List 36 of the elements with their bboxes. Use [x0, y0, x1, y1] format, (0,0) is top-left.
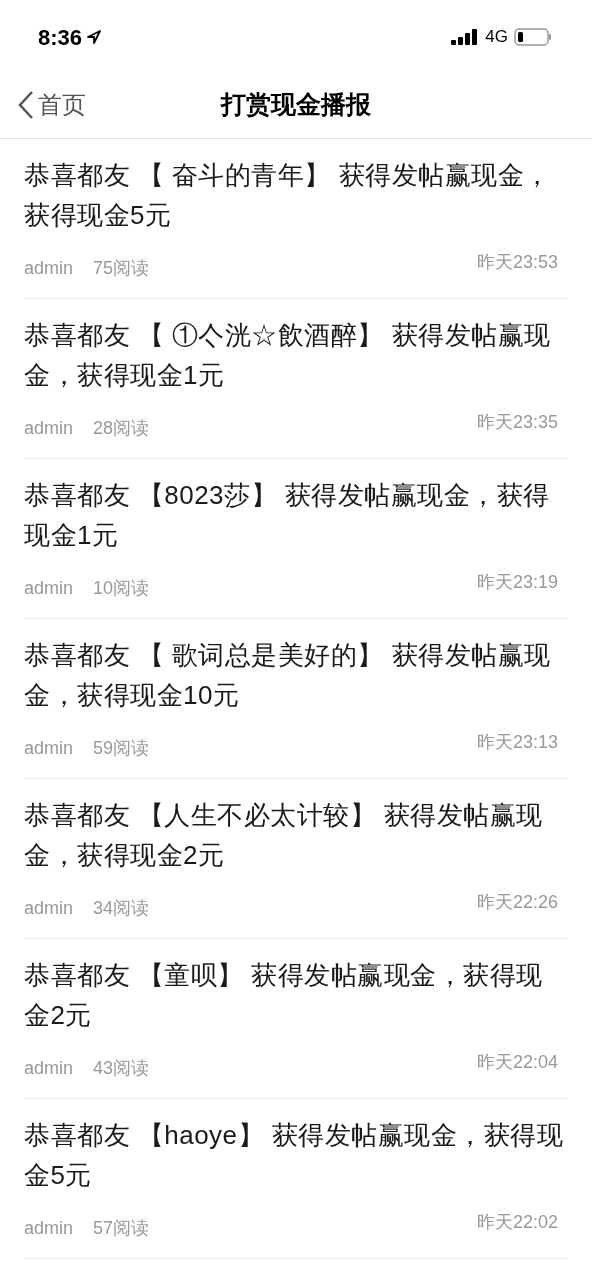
post-author: admin — [24, 257, 74, 280]
read-count: 10阅读 — [93, 577, 150, 600]
post-time: 昨天23:35 — [476, 411, 558, 434]
post-author: admin — [24, 737, 74, 760]
post-title[interactable]: 恭喜都友 【 奋斗的青年】 获得发帖赢现金，获得现金5元 — [24, 155, 568, 235]
post-time: 昨天23:53 — [476, 251, 558, 274]
post-author: admin — [24, 897, 74, 920]
post-title[interactable]: 恭喜都友 【 ①亽洸☆飲酒醉】 获得发帖赢现金，获得现金1元 — [24, 315, 568, 395]
post-author: admin — [24, 417, 74, 440]
clock: 8:36 — [38, 23, 83, 52]
post-time: 昨天23:13 — [476, 731, 558, 754]
read-count: 59阅读 — [93, 737, 150, 760]
post-time: 昨天23:19 — [476, 571, 558, 594]
network-label: 4G — [485, 26, 508, 49]
read-count: 75阅读 — [93, 257, 150, 280]
signal-icon — [451, 29, 480, 45]
post-title[interactable]: 恭喜都友 【 歌词总是美好的】 获得发帖赢现金，获得现金10元 — [24, 635, 568, 715]
post-time: 昨天22:26 — [476, 891, 558, 914]
back-button[interactable]: 首页 — [18, 87, 86, 123]
read-count: 57阅读 — [93, 1217, 150, 1240]
post-author: admin — [24, 1217, 74, 1240]
post-title[interactable]: 恭喜都友 【haoye】 获得发帖赢现金，获得现金5元 — [24, 1115, 568, 1195]
post-title[interactable]: 恭喜都友 【人生不必太计较】 获得发帖赢现金，获得现金2元 — [24, 795, 568, 875]
post-author: admin — [24, 577, 74, 600]
post-title[interactable]: 恭喜都友 【童呗】 获得发帖赢现金，获得现金2元 — [24, 955, 568, 1035]
battery-icon — [514, 28, 552, 46]
read-count: 28阅读 — [93, 417, 150, 440]
post-time: 昨天22:04 — [476, 1051, 558, 1074]
page-title: 打赏现金播报 — [221, 89, 371, 121]
post-title[interactable]: 恭喜都友 【8023莎】 获得发帖赢现金，获得现金1元 — [24, 475, 568, 555]
post-author: admin — [24, 1057, 74, 1080]
post-time: 昨天22:02 — [476, 1211, 558, 1234]
chevron-left-icon — [18, 90, 34, 120]
read-count: 34阅读 — [93, 897, 150, 920]
read-count: 43阅读 — [93, 1057, 150, 1080]
location-arrow-icon — [86, 29, 103, 45]
